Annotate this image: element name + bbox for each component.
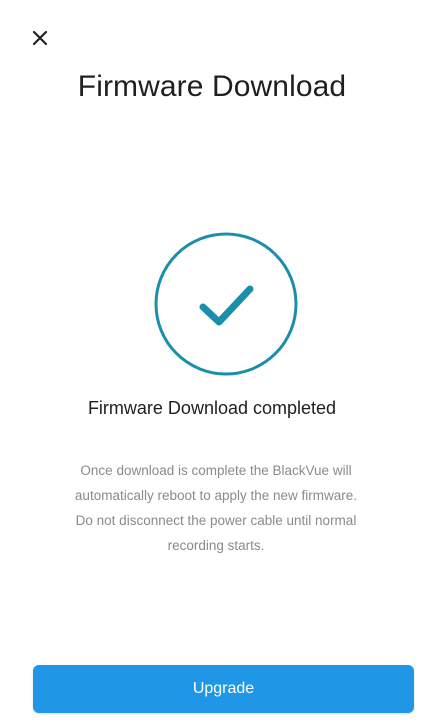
close-button[interactable]	[22, 20, 58, 56]
page-title: Firmware Download	[77, 70, 347, 103]
instructions-line-power-cable: Do not disconnect the power cable until …	[75, 513, 357, 553]
instructions-line-reboot: Once download is complete the BlackVue w…	[74, 463, 358, 503]
close-icon	[32, 30, 48, 46]
upgrade-button[interactable]: Upgrade	[33, 665, 414, 713]
instructions-text: Once download is complete the BlackVue w…	[46, 458, 386, 558]
status-message: Firmware Download completed	[87, 398, 337, 418]
upgrade-button-label: Upgrade	[192, 680, 255, 697]
check-circle-icon	[153, 231, 299, 377]
firmware-download-screen: Firmware Download Firmware Download comp…	[0, 0, 424, 726]
